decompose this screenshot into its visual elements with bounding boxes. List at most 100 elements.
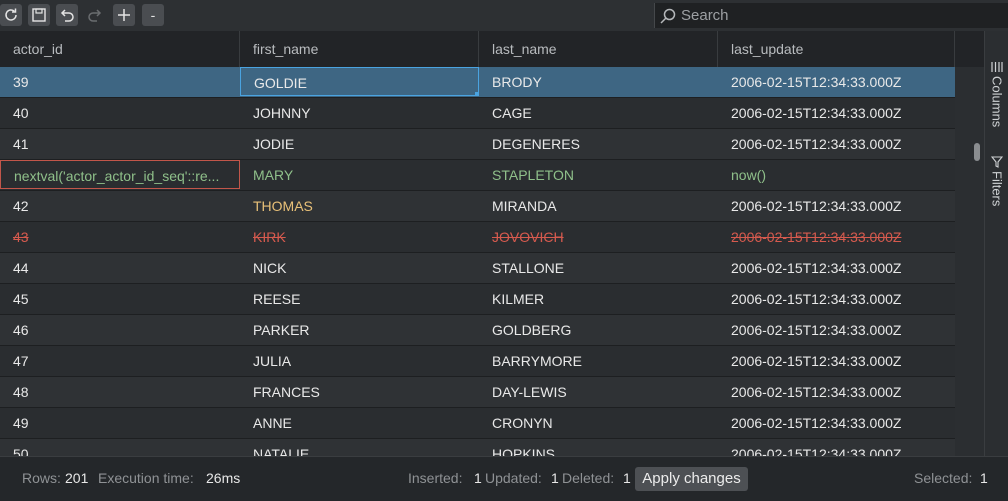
inserted-label: Inserted: bbox=[408, 470, 463, 486]
table-row[interactable]: 47 JULIA BARRYMORE 2006-02-15T12:34:33.000Z bbox=[0, 346, 955, 377]
undo-icon[interactable] bbox=[56, 4, 78, 26]
status-bar: Rows: 201 Execution time: 26ms Inserted:… bbox=[0, 456, 1008, 501]
cell-last-name[interactable]: DAY-LEWIS bbox=[479, 377, 718, 407]
deleted-label: Deleted: bbox=[562, 470, 615, 486]
table-row[interactable]: 41 JODIE DEGENERES 2006-02-15T12:34:33.000Z bbox=[0, 129, 955, 160]
table-row[interactable]: 50 NATALIE HOPKINS 2006-02-15T12:34:33.000Z bbox=[0, 439, 955, 456]
cell-actor-id[interactable]: 47 bbox=[0, 346, 240, 376]
cell-actor-id[interactable]: 50 bbox=[0, 439, 240, 456]
cell-last-update[interactable]: 2006-02-15T12:34:33.000Z bbox=[718, 67, 955, 97]
tab-columns[interactable]: Columns bbox=[985, 61, 1008, 127]
scrollbar-thumb[interactable] bbox=[974, 143, 980, 161]
cell-last-name[interactable]: STAPLETON bbox=[479, 160, 718, 190]
cell-last-name[interactable]: GOLDBERG bbox=[479, 315, 718, 345]
cell-last-name[interactable]: CRONYN bbox=[479, 408, 718, 438]
cell-actor-id[interactable]: 49 bbox=[0, 408, 240, 438]
cell-actor-id[interactable]: 46 bbox=[0, 315, 240, 345]
filters-label: Filters bbox=[989, 171, 1005, 207]
search-placeholder: Search bbox=[681, 7, 729, 24]
selected-count: 1 bbox=[980, 470, 988, 486]
search-input[interactable]: Search bbox=[654, 3, 1008, 28]
cell-last-update[interactable]: 2006-02-15T12:34:33.000Z bbox=[718, 346, 955, 376]
cell-first-name[interactable]: THOMAS bbox=[240, 191, 479, 221]
table-row[interactable]: 45 REESE KILMER 2006-02-15T12:34:33.000Z bbox=[0, 284, 955, 315]
table-row[interactable]: 46 PARKER GOLDBERG 2006-02-15T12:34:33.000Z bbox=[0, 315, 955, 346]
deleted-count: 1 bbox=[623, 470, 631, 486]
cell-first-name[interactable]: JULIA bbox=[240, 346, 479, 376]
selected-label: Selected: bbox=[914, 470, 973, 486]
cell-last-name[interactable]: JOVOVICH bbox=[479, 222, 718, 252]
search-icon bbox=[660, 8, 676, 24]
cell-last-name[interactable]: KILMER bbox=[479, 284, 718, 314]
table-row[interactable]: 48 FRANCES DAY-LEWIS 2006-02-15T12:34:33.00… bbox=[0, 377, 955, 408]
data-grid: 39 GOLDIE BRODY 2006-02-15T12:34:33.000Z 40 J… bbox=[0, 67, 955, 456]
refresh-icon[interactable] bbox=[0, 4, 22, 26]
cell-actor-id[interactable]: 48 bbox=[0, 377, 240, 407]
table-row[interactable]: 49 ANNE CRONYN 2006-02-15T12:34:33.000Z bbox=[0, 408, 955, 439]
inserted-count: 1 bbox=[474, 470, 482, 486]
cell-last-update[interactable]: 2006-02-15T12:34:33.000Z bbox=[718, 315, 955, 345]
cell-last-name[interactable]: STALLONE bbox=[479, 253, 718, 283]
cell-last-update[interactable]: 2006-02-15T12:34:33.000Z bbox=[718, 98, 955, 128]
updated-label: Updated: bbox=[485, 470, 542, 486]
cell-last-name[interactable]: BARRYMORE bbox=[479, 346, 718, 376]
cell-actor-id[interactable]: 45 bbox=[0, 284, 240, 314]
cell-actor-id[interactable]: 42 bbox=[0, 191, 240, 221]
cell-actor-id[interactable]: 39 bbox=[0, 67, 240, 97]
vertical-scrollbar[interactable] bbox=[955, 67, 984, 456]
cell-first-name[interactable]: NATALIE bbox=[240, 439, 479, 456]
cell-actor-id[interactable]: nextval('actor_actor_id_seq'::re... bbox=[0, 160, 240, 189]
cell-actor-id[interactable]: 40 bbox=[0, 98, 240, 128]
cell-actor-id[interactable]: 41 bbox=[0, 129, 240, 159]
minus-icon[interactable]: - bbox=[142, 4, 164, 26]
columns-icon bbox=[991, 62, 1003, 72]
cell-first-name[interactable]: PARKER bbox=[240, 315, 479, 345]
cell-last-update[interactable]: 2006-02-15T12:34:33.000Z bbox=[718, 439, 955, 456]
plus-icon[interactable] bbox=[113, 4, 135, 26]
column-header-last-name[interactable]: last_name bbox=[479, 31, 718, 67]
rows-count: 201 bbox=[65, 470, 89, 486]
tab-filters[interactable]: Filters bbox=[985, 156, 1008, 206]
cell-last-name[interactable]: HOPKINS bbox=[479, 439, 718, 456]
cell-last-update[interactable]: 2006-02-15T12:34:33.000Z bbox=[718, 191, 955, 221]
table-row[interactable]: 39 GOLDIE BRODY 2006-02-15T12:34:33.000Z bbox=[0, 67, 955, 98]
cell-last-update[interactable]: now() bbox=[718, 160, 955, 190]
cell-actor-id[interactable]: 44 bbox=[0, 253, 240, 283]
columns-label: Columns bbox=[989, 76, 1005, 128]
cell-first-name[interactable]: MARY bbox=[240, 160, 479, 190]
cell-last-update[interactable]: 2006-02-15T12:34:33.000Z bbox=[718, 284, 955, 314]
table-row[interactable]: 42 THOMAS MIRANDA 2006-02-15T12:34:33.000Z bbox=[0, 191, 955, 222]
cell-first-name[interactable]: JODIE bbox=[240, 129, 479, 159]
cell-first-name[interactable]: JOHNNY bbox=[240, 98, 479, 128]
cell-last-name[interactable]: BRODY bbox=[479, 67, 718, 97]
cell-last-name[interactable]: DEGENERES bbox=[479, 129, 718, 159]
column-header-actor-id[interactable]: actor_id bbox=[0, 31, 240, 67]
cell-actor-id[interactable]: 43 bbox=[0, 222, 240, 252]
cell-last-update[interactable]: 2006-02-15T12:34:33.000Z bbox=[718, 129, 955, 159]
cell-first-name[interactable]: FRANCES bbox=[240, 377, 479, 407]
table-row[interactable]: 44 NICK STALLONE 2006-02-15T12:34:33.000Z bbox=[0, 253, 955, 284]
column-header-first-name[interactable]: first_name bbox=[240, 31, 479, 67]
table-row[interactable]: 43 KIRK JOVOVICH 2006-02-15T12:34:33.000Z bbox=[0, 222, 955, 253]
table-row[interactable]: 40 JOHNNY CAGE 2006-02-15T12:34:33.000Z bbox=[0, 98, 955, 129]
cell-first-name[interactable]: GOLDIE bbox=[240, 67, 479, 96]
cell-first-name[interactable]: REESE bbox=[240, 284, 479, 314]
cell-last-name[interactable]: CAGE bbox=[479, 98, 718, 128]
cell-first-name[interactable]: NICK bbox=[240, 253, 479, 283]
rows-label: Rows: bbox=[22, 470, 61, 486]
cell-last-update[interactable]: 2006-02-15T12:34:33.000Z bbox=[718, 408, 955, 438]
cell-last-update[interactable]: 2006-02-15T12:34:33.000Z bbox=[718, 253, 955, 283]
apply-changes-button[interactable]: Apply changes bbox=[635, 467, 748, 491]
toolbar: - Search bbox=[0, 0, 1008, 32]
cell-last-update[interactable]: 2006-02-15T12:34:33.000Z bbox=[718, 222, 955, 252]
save-icon[interactable] bbox=[28, 4, 50, 26]
column-header-last-update[interactable]: last_update bbox=[718, 31, 955, 67]
grid-header: actor_id first_name last_name last_updat… bbox=[0, 31, 984, 68]
table-row[interactable]: nextval('actor_actor_id_seq'::re... MARY S… bbox=[0, 160, 955, 191]
cell-last-name[interactable]: MIRANDA bbox=[479, 191, 718, 221]
cell-first-name[interactable]: KIRK bbox=[240, 222, 479, 252]
updated-count: 1 bbox=[551, 470, 559, 486]
redo-icon[interactable] bbox=[84, 4, 106, 26]
cell-first-name[interactable]: ANNE bbox=[240, 408, 479, 438]
cell-last-update[interactable]: 2006-02-15T12:34:33.000Z bbox=[718, 377, 955, 407]
